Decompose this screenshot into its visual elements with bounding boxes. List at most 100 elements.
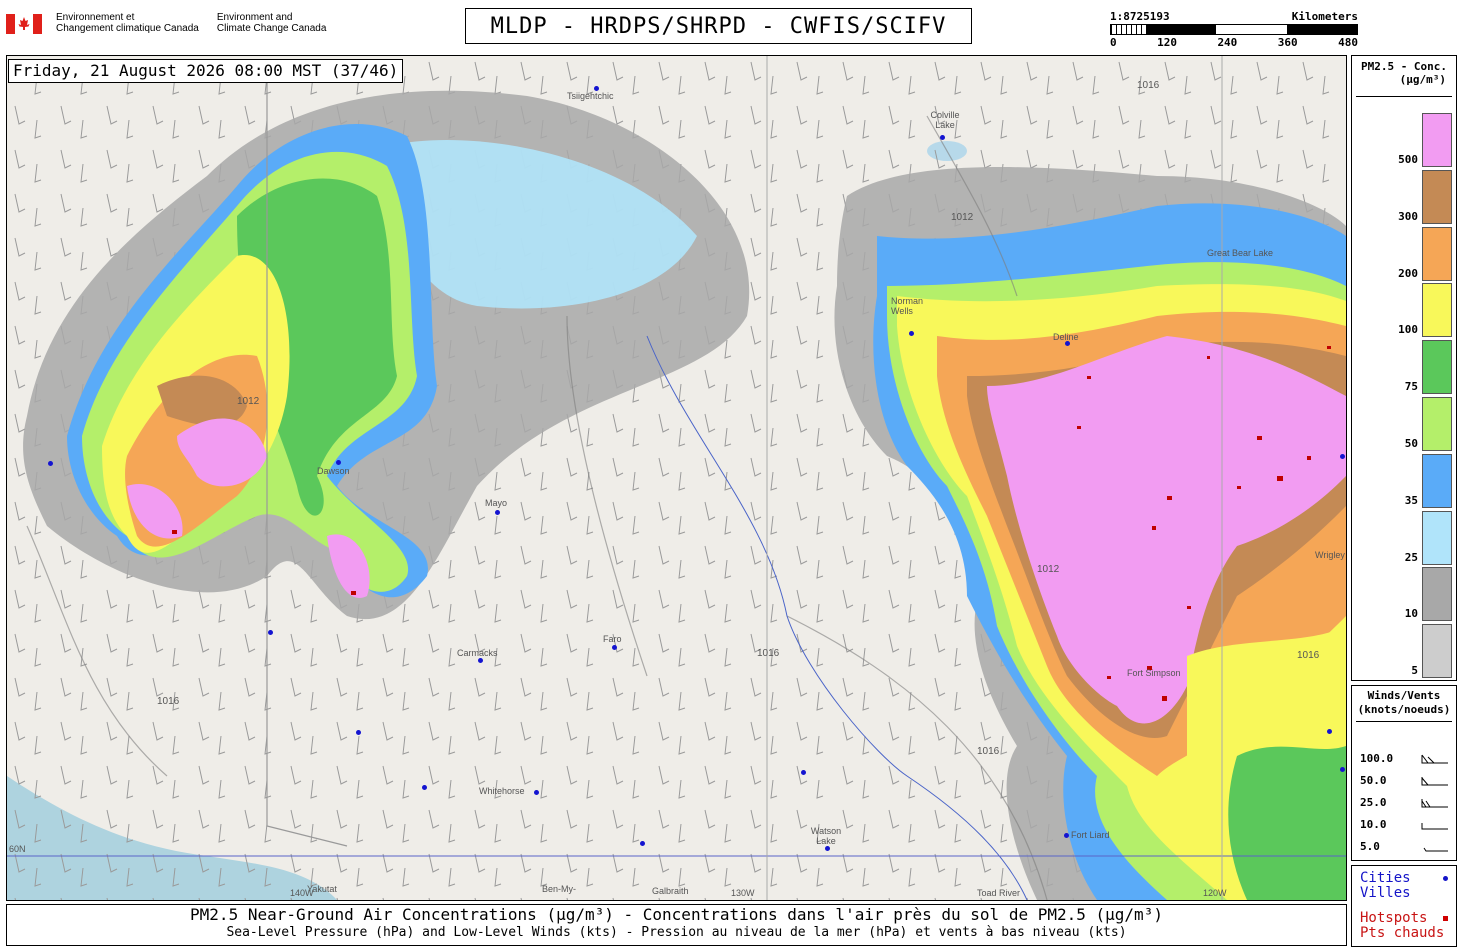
legend-swatch bbox=[1422, 510, 1452, 565]
map-caption: PM2.5 Near-Ground Air Concentrations (µg… bbox=[6, 904, 1347, 946]
city-dot bbox=[1327, 729, 1332, 734]
city-dot bbox=[909, 331, 914, 336]
isobar-label: 1012 bbox=[951, 212, 974, 223]
legend-value: 75 bbox=[1404, 380, 1418, 394]
legend-swatch bbox=[1422, 397, 1452, 451]
legend-value: 25 bbox=[1404, 550, 1418, 564]
gov-name-en: Environment and Climate Change Canada bbox=[216, 12, 327, 34]
isobar-label: 1012 bbox=[1037, 564, 1060, 575]
city-label: Whitehorse bbox=[479, 786, 525, 796]
city-dot bbox=[422, 785, 427, 790]
wind-barb-icon bbox=[1423, 847, 1448, 851]
hotspots-label-fr: Pts chauds bbox=[1360, 925, 1445, 941]
legend-swatch bbox=[1422, 340, 1452, 395]
legend-value: 300 bbox=[1398, 209, 1418, 223]
wind-speed-value: 5.0 bbox=[1360, 840, 1380, 853]
city-label: Colville Lake bbox=[930, 110, 960, 130]
city-dot bbox=[1340, 767, 1345, 772]
legend-value: 100 bbox=[1398, 323, 1418, 337]
city-dot bbox=[1340, 454, 1345, 459]
city-label: Faro bbox=[603, 634, 622, 644]
city-label: Deline bbox=[1053, 332, 1079, 342]
city-label: Carmacks bbox=[457, 648, 498, 658]
city-label: Dawson bbox=[317, 466, 350, 476]
legend-swatch bbox=[1422, 226, 1452, 281]
government-logo: Environnement et Changement climatique C… bbox=[6, 12, 326, 34]
city-label: Galbraith bbox=[652, 886, 689, 896]
grid-label: 60N bbox=[9, 844, 26, 854]
forecast-datetime: Friday, 21 August 2026 08:00 MST (37/46) bbox=[8, 59, 404, 83]
winds-unit: (knots/noeuds) bbox=[1357, 703, 1451, 716]
wind-speed-row: 25.0 bbox=[1360, 796, 1450, 809]
city-dot bbox=[495, 510, 500, 515]
wind-speed-value: 25.0 bbox=[1360, 796, 1387, 809]
caption-line-2: Sea-Level Pressure (hPa) and Low-Level W… bbox=[226, 925, 1127, 940]
cities-label-fr: Villes bbox=[1360, 885, 1411, 901]
wind-speed-value: 50.0 bbox=[1360, 774, 1387, 787]
city-label: Fort Liard bbox=[1071, 830, 1110, 840]
city-label: Fort Simpson bbox=[1127, 668, 1181, 678]
grid-label: 130W bbox=[731, 888, 755, 898]
canada-flag-icon bbox=[6, 14, 42, 34]
legend-swatch bbox=[1422, 624, 1452, 679]
isobar-label: 1016 bbox=[757, 648, 780, 659]
legend-value: 35 bbox=[1404, 493, 1418, 507]
wind-speed-row: 10.0 bbox=[1360, 818, 1450, 831]
city-marker-icon bbox=[1443, 876, 1448, 881]
gov-name-fr: Environnement et Changement climatique C… bbox=[56, 12, 199, 34]
scale-ratio: 1:8725193 bbox=[1110, 10, 1170, 23]
city-dot bbox=[356, 730, 361, 735]
city-dot bbox=[825, 846, 830, 851]
city-dot bbox=[640, 841, 645, 846]
legend-value: 200 bbox=[1398, 266, 1418, 280]
legend-value: 5 bbox=[1411, 664, 1418, 678]
scale-tick: 360 bbox=[1277, 36, 1298, 49]
city-label: Ben-My- bbox=[542, 884, 577, 894]
cities-label-en: Cities bbox=[1360, 870, 1411, 886]
caption-line-1: PM2.5 Near-Ground Air Concentrations (µg… bbox=[190, 905, 1163, 924]
isobar-label: 1012 bbox=[237, 396, 260, 407]
city-dot bbox=[48, 461, 53, 466]
isobar-label: 1016 bbox=[1297, 650, 1320, 661]
concentration-legend: PM2.5 - Conc. (µg/m³) 500 300 200 100 75 50 35… bbox=[1351, 55, 1457, 681]
city-dot bbox=[534, 790, 539, 795]
legend-swatch bbox=[1422, 113, 1452, 167]
city-dot bbox=[612, 645, 617, 650]
city-label: Mayo bbox=[485, 498, 508, 508]
city-dot bbox=[801, 770, 806, 775]
city-dot bbox=[1064, 833, 1069, 838]
product-title: MLDP - HRDPS/SHRPD - CWFIS/SCIFV bbox=[465, 8, 972, 44]
legend-swatch bbox=[1422, 567, 1452, 622]
wind-speed-row: 100.0 bbox=[1360, 752, 1450, 765]
legend-title: PM2.5 - Conc. bbox=[1360, 60, 1448, 73]
winds-title: Winds/Vents bbox=[1367, 689, 1441, 702]
scale-tick: 240 bbox=[1217, 36, 1238, 49]
city-dot bbox=[268, 630, 273, 635]
wind-speed-value: 10.0 bbox=[1360, 818, 1387, 831]
scale-tick: 480 bbox=[1338, 36, 1358, 49]
isobar-label: 1016 bbox=[1137, 80, 1160, 91]
scale-bar: 1:8725193 Kilometers 0 120 240 360 480 bbox=[1110, 10, 1358, 49]
hotspot-marker-icon bbox=[1443, 916, 1448, 921]
isobar-label: 1016 bbox=[977, 746, 1000, 757]
legend-swatch bbox=[1422, 283, 1452, 338]
grid-label: 140W bbox=[290, 888, 314, 898]
winds-legend: Winds/Vents (knots/noeuds) 100.0 50.0 25.0… bbox=[1351, 685, 1457, 861]
city-label: Norman Wells bbox=[891, 296, 924, 316]
map-canvas[interactable]: Tsiigehtchic Colville Lake Norman Wells … bbox=[6, 55, 1347, 901]
city-dot bbox=[478, 658, 483, 663]
scale-tick: 120 bbox=[1157, 36, 1177, 49]
wind-speed-row: 50.0 bbox=[1360, 774, 1450, 787]
scale-unit: Kilometers bbox=[1291, 10, 1358, 23]
pm25-map bbox=[7, 56, 1346, 900]
wind-barb-icon bbox=[1421, 822, 1448, 829]
scale-bar-graphic bbox=[1110, 24, 1358, 35]
city-label: Wrigley bbox=[1315, 550, 1345, 560]
marker-legend: Cities Villes Hotspots Pts chauds bbox=[1351, 865, 1457, 947]
wind-barb-icon bbox=[1421, 754, 1448, 763]
legend-value: 50 bbox=[1404, 437, 1418, 450]
legend-swatch bbox=[1422, 169, 1452, 224]
city-label: Toad River bbox=[977, 888, 1021, 898]
wind-barb-icon bbox=[1421, 776, 1448, 785]
city-dot bbox=[336, 460, 341, 465]
